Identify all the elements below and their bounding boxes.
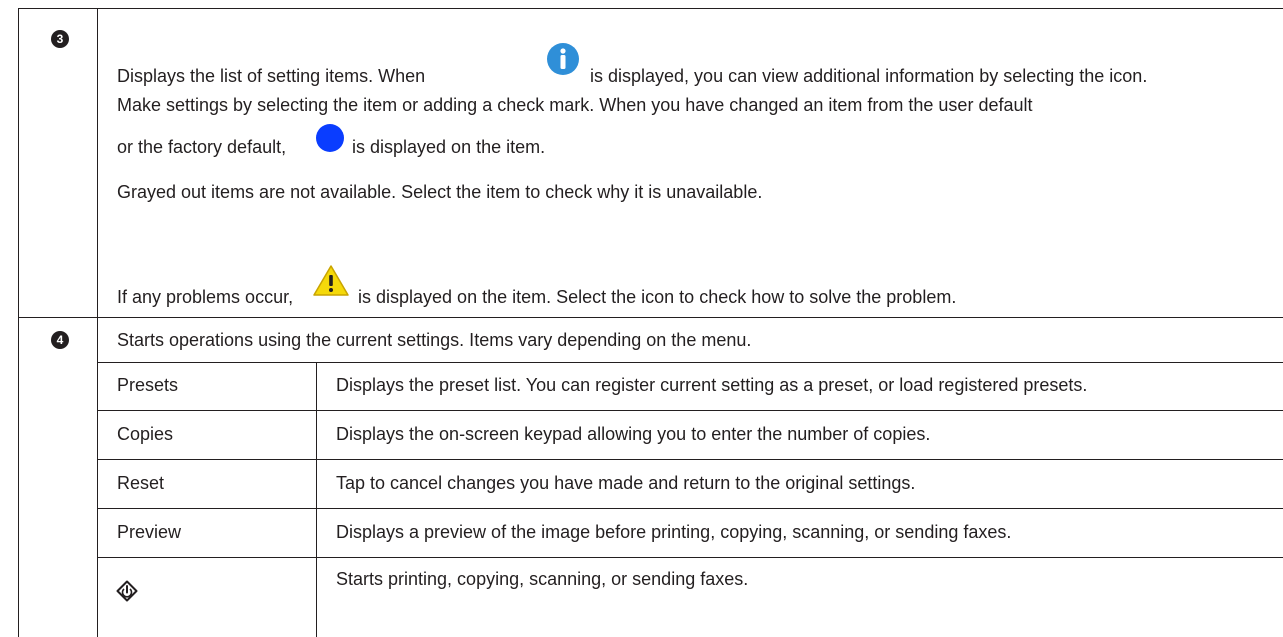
item-desc-copies: Displays the on-screen keypad allowing y… [336,424,931,444]
row4-intro: Starts operations using the current sett… [117,330,752,350]
row-divider [97,362,1283,363]
row-divider [97,410,1283,411]
row-divider [18,8,1283,9]
info-icon [546,42,580,81]
blue-dot-icon [315,123,345,158]
item-desc-start: Starts printing, copying, scanning, or s… [336,569,749,589]
row3-line2: Make settings by selecting the item or a… [117,95,1033,115]
item-label-presets: Presets [117,375,179,395]
row-divider [97,557,1283,558]
row3-line3-start: or the factory default, [117,137,287,157]
row3-line1-end: is displayed, you can view additional in… [590,66,1148,86]
row3-line4: Grayed out items are not available. Sele… [117,182,763,202]
warning-icon [312,264,350,303]
item-label-copies: Copies [117,424,174,444]
item-desc-preview: Displays a preview of the image before p… [336,522,1012,542]
row3-line5-end: is displayed on the item. Select the ico… [358,287,957,307]
row3-line5-start: If any problems occur, [117,287,294,307]
item-desc-presets: Displays the preset list. You can regist… [336,375,1088,395]
item-desc-reset: Tap to cancel changes you have made and … [336,473,916,493]
row-divider [97,508,1283,509]
row-divider [97,459,1283,460]
column-divider [97,8,98,637]
row-divider [18,317,1283,318]
item-label-reset: Reset [117,473,165,493]
start-diamond-icon [116,580,138,607]
row-marker-4: 4 [51,331,69,349]
row-marker-3: 3 [51,30,69,48]
row3-line1-start: Displays the list of setting items. When [117,66,426,86]
item-label-preview: Preview [117,522,182,542]
subtable-column-divider [316,362,317,637]
row3-line3-end: is displayed on the item. [352,137,546,157]
